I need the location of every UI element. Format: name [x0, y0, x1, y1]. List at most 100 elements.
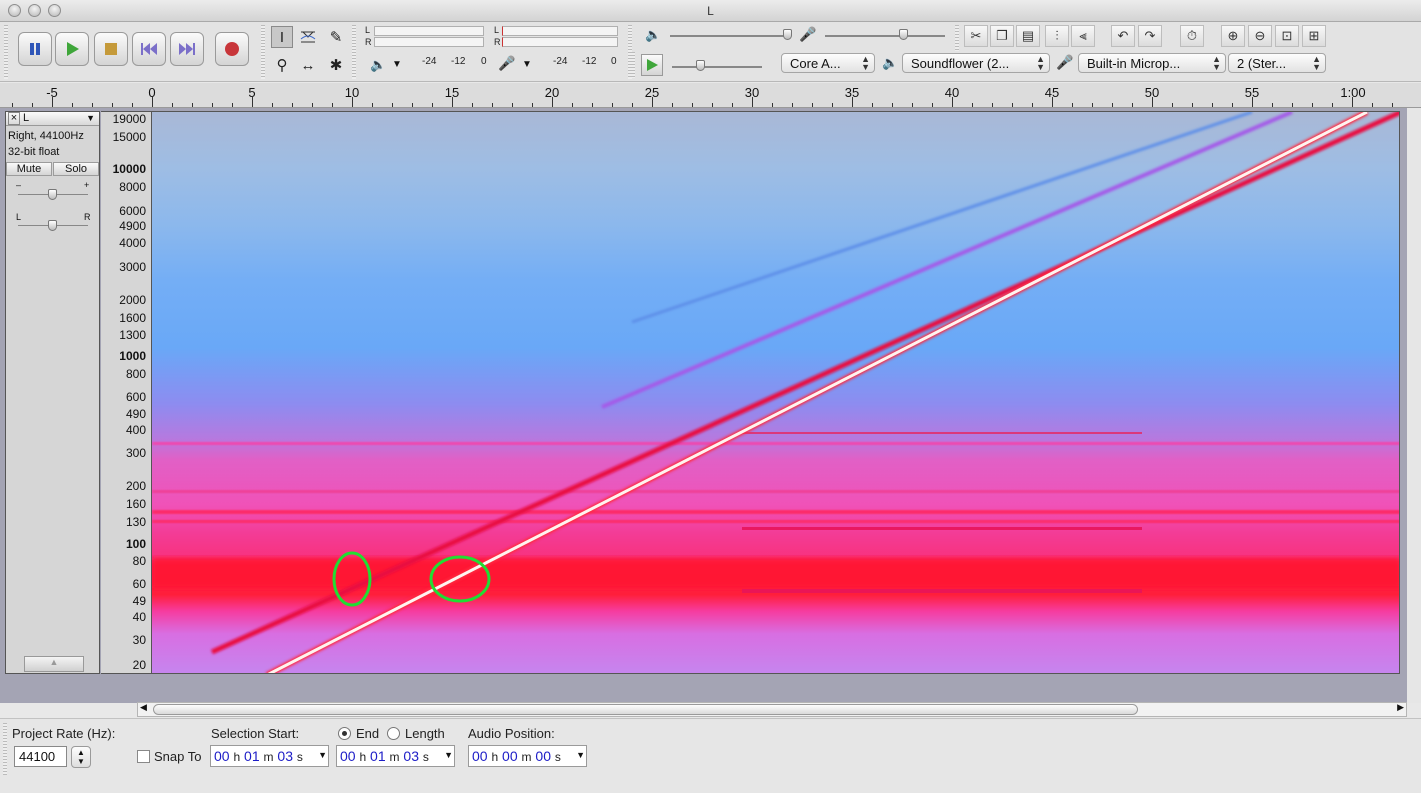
toolbar-grip[interactable]: [352, 25, 356, 79]
record-volume-slider[interactable]: [825, 35, 945, 37]
output-device-select[interactable]: Soundflower (2... ▲ ▼: [902, 53, 1050, 73]
silence-icon[interactable]: ⫷: [1071, 25, 1095, 47]
collapse-track-button[interactable]: ▲: [24, 656, 84, 672]
ruler-tick: [1152, 97, 1153, 107]
playback-meter-left[interactable]: [374, 26, 484, 36]
multi-tool-icon[interactable]: ✱: [325, 54, 347, 76]
record-volume-thumb[interactable]: [899, 29, 908, 40]
ruler-tick: [132, 103, 133, 107]
frequency-label: 8000: [119, 180, 146, 194]
skip-to-end-button[interactable]: [170, 32, 204, 66]
playback-volume-slider[interactable]: [670, 35, 790, 37]
gain-slider-thumb[interactable]: [48, 189, 57, 200]
stop-button[interactable]: [94, 32, 128, 66]
length-radio[interactable]: [387, 727, 400, 740]
cut-icon[interactable]: ✂: [964, 25, 988, 47]
ruler-tick: [492, 103, 493, 107]
ruler-tick: [172, 103, 173, 107]
frequency-label: 200: [125, 479, 146, 493]
timeline-ruler[interactable]: -5 0 5 10 15 20 25 30 35 40 45 50 55 1:00: [0, 83, 1421, 108]
scroll-left-icon[interactable]: ◀: [140, 702, 147, 713]
playback-meter-menu-chevron-down-icon[interactable]: ▼: [392, 59, 402, 70]
record-meter-right[interactable]: [502, 37, 618, 47]
record-meter-left[interactable]: [502, 26, 618, 36]
chevron-down-icon[interactable]: ▼: [576, 750, 585, 760]
frequency-label: 20: [132, 658, 146, 672]
project-rate-input[interactable]: 44100: [14, 746, 67, 767]
audio-position-field[interactable]: 00 h 00 m 00 s ▼: [468, 745, 587, 767]
horizontal-scrollbar-thumb[interactable]: [153, 704, 1138, 715]
track-info-format: 32-bit float: [8, 146, 60, 158]
play-icon: [647, 59, 658, 71]
chevron-down-icon[interactable]: ▼: [318, 750, 327, 760]
record-button[interactable]: [215, 32, 249, 66]
horizontal-scrollbar[interactable]: ◀ ▶: [137, 702, 1407, 717]
selection-end-field[interactable]: 00 h 01 m 03 s ▼: [336, 745, 455, 767]
paste-icon[interactable]: ▤: [1016, 25, 1040, 47]
mute-button[interactable]: Mute: [6, 162, 52, 176]
playback-volume-thumb[interactable]: [783, 29, 792, 40]
zoom-in-icon[interactable]: ⊕: [1221, 25, 1245, 47]
frequency-label: 1000: [119, 349, 146, 363]
fit-project-icon[interactable]: ⊞: [1302, 25, 1326, 47]
ruler-tick: [1292, 103, 1293, 107]
skip-to-start-button[interactable]: [132, 32, 166, 66]
selection-start-field[interactable]: 00 h 01 m 03 s ▼: [210, 745, 329, 767]
fit-selection-icon[interactable]: ⊡: [1275, 25, 1299, 47]
play-button[interactable]: [55, 32, 89, 66]
zoom-tool-icon[interactable]: ⚲: [271, 54, 293, 76]
project-rate-stepper[interactable]: ▲ ▼: [71, 746, 91, 768]
sync-lock-icon[interactable]: ⏱: [1180, 25, 1204, 47]
toolbar-grip[interactable]: [261, 25, 265, 79]
draw-tool-icon[interactable]: ✎: [325, 26, 347, 48]
play-at-speed-button[interactable]: [641, 54, 663, 76]
input-channels-select[interactable]: 2 (Ster... ▲ ▼: [1228, 53, 1326, 73]
ruler-tick: [432, 103, 433, 107]
track-menu-chevron-down-icon[interactable]: ▼: [86, 113, 95, 123]
track-name-menu[interactable]: L: [23, 112, 29, 124]
meter-tick: -12: [451, 56, 466, 67]
input-device-select[interactable]: Built-in Microp... ▲ ▼: [1078, 53, 1226, 73]
host-select[interactable]: Core A... ▲ ▼: [781, 53, 875, 73]
track-close-button[interactable]: ×: [8, 112, 20, 125]
toolbar-grip[interactable]: [631, 52, 635, 78]
selection-tool-icon[interactable]: I: [271, 26, 293, 48]
ruler-tick: [332, 103, 333, 107]
zoom-out-icon[interactable]: ⊖: [1248, 25, 1272, 47]
envelope-tool-icon[interactable]: [297, 26, 319, 48]
playback-meter-right[interactable]: [374, 37, 484, 47]
chevron-down-icon[interactable]: ▼: [444, 750, 453, 760]
play-speed-thumb[interactable]: [696, 60, 705, 71]
trim-icon[interactable]: ⫶: [1045, 25, 1069, 47]
toolbar-grip[interactable]: [955, 25, 959, 51]
toolbar-grip[interactable]: [3, 723, 7, 775]
ruler-tick: [512, 103, 513, 107]
pause-button[interactable]: [18, 32, 52, 66]
toolbar-grip[interactable]: [4, 25, 8, 79]
ruler-tick: [612, 103, 613, 107]
spectrogram[interactable]: [151, 111, 1400, 674]
end-radio[interactable]: [338, 727, 351, 740]
ruler-tick: [592, 103, 593, 107]
ruler-tick: [192, 103, 193, 107]
copy-icon[interactable]: ❐: [990, 25, 1014, 47]
solo-button[interactable]: Solo: [53, 162, 99, 176]
play-speed-slider[interactable]: [672, 66, 762, 68]
meter-channel-label: R: [494, 37, 501, 47]
vertical-scrollbar[interactable]: [1407, 108, 1421, 703]
input-channels-value: 2 (Ster...: [1237, 56, 1287, 71]
length-label: Length: [405, 726, 445, 741]
track-info-rate: Right, 44100Hz: [8, 130, 84, 142]
snap-to-checkbox[interactable]: [137, 750, 150, 763]
record-meter-menu-chevron-down-icon[interactable]: ▼: [522, 59, 532, 70]
redo-icon[interactable]: ↷: [1138, 25, 1162, 47]
scroll-right-icon[interactable]: ▶: [1397, 702, 1404, 713]
selection-start-label: Selection Start:: [211, 726, 300, 741]
frequency-label: 40: [132, 610, 146, 624]
ruler-tick: [692, 103, 693, 107]
frequency-label: 60: [132, 577, 146, 591]
pan-slider-thumb[interactable]: [48, 220, 57, 231]
undo-icon[interactable]: ↶: [1111, 25, 1135, 47]
time-shift-tool-icon[interactable]: ↔: [297, 54, 319, 76]
ruler-tick: [732, 103, 733, 107]
